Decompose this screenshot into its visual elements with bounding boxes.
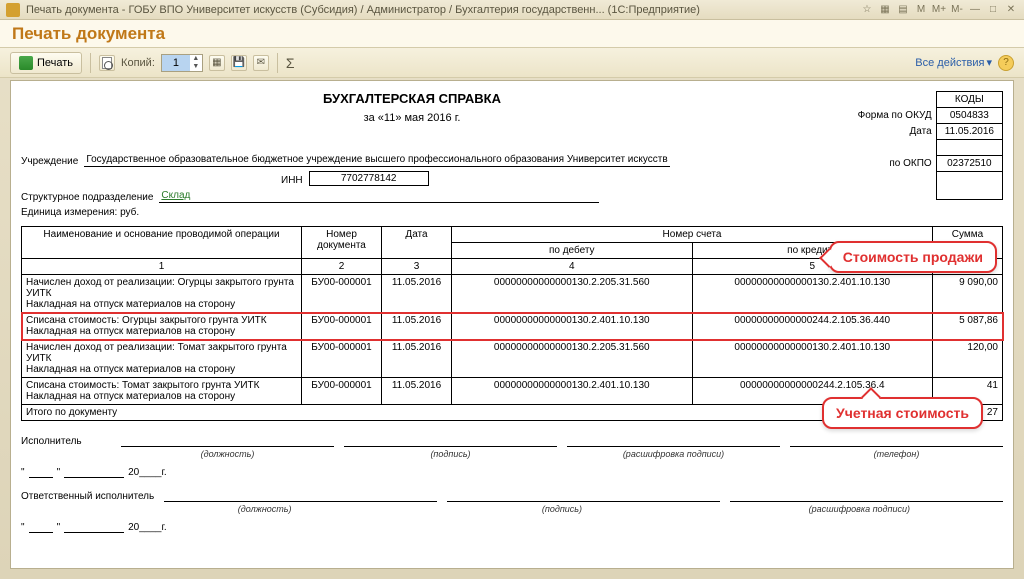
- sign-line: [121, 435, 334, 447]
- cap-position: (должность): [121, 504, 408, 514]
- print-button[interactable]: Печать: [10, 52, 82, 74]
- all-actions-dropdown[interactable]: Все действия ▾: [915, 56, 992, 69]
- total-label: Итого по документу: [22, 405, 933, 421]
- cap-signature: (подпись): [344, 449, 557, 459]
- all-actions-label: Все действия: [915, 57, 984, 69]
- dept-label: Структурное подразделение: [21, 192, 153, 203]
- sign-line: [567, 435, 780, 447]
- spin-up-icon[interactable]: ▲: [190, 55, 202, 63]
- okpo-label: по ОКПО: [850, 156, 937, 172]
- window-title: Печать документа - ГОБУ ВПО Университет …: [26, 4, 860, 16]
- preview-icon: [102, 57, 112, 69]
- callout-book-cost: Учетная стоимость: [822, 397, 983, 429]
- sigma-label: Σ: [286, 55, 295, 71]
- copies-input[interactable]: [162, 55, 190, 71]
- colnum-1: 1: [22, 259, 302, 275]
- calendar-icon[interactable]: ▤: [896, 3, 910, 17]
- sign-line: [164, 490, 437, 502]
- m-icon[interactable]: M: [914, 3, 928, 17]
- toolbar-separator: [90, 53, 91, 73]
- okpo-value: 02372510: [936, 156, 1002, 172]
- col-date: Дата: [382, 227, 452, 259]
- page-title: Печать документа: [12, 24, 165, 47]
- table-row: Начислен доход от реализации: Огурцы зак…: [22, 275, 1003, 313]
- okud-value: 0504833: [936, 108, 1002, 124]
- save-button[interactable]: 💾: [231, 55, 247, 71]
- cap-phone: (телефон): [790, 449, 1003, 459]
- date-fill-1: "" 20____г.: [21, 467, 1003, 478]
- dept-value: Склад: [159, 190, 599, 203]
- col-name: Наименование и основание проводимой опер…: [22, 227, 302, 259]
- date-fill-2: "" 20____г.: [21, 522, 1003, 533]
- date-label: Дата: [850, 124, 937, 140]
- unit-label: Единица измерения: руб.: [21, 207, 139, 218]
- maximize-icon[interactable]: □: [986, 3, 1000, 17]
- toolbar-separator-2: [277, 53, 278, 73]
- minimize-icon[interactable]: —: [968, 3, 982, 17]
- print-icon: [19, 56, 33, 70]
- document-area[interactable]: БУХГАЛТЕРСКАЯ СПРАВКА за «11» мая 2016 г…: [10, 80, 1014, 569]
- date-value: 11.05.2016: [936, 124, 1002, 140]
- copies-label: Копий:: [121, 57, 155, 69]
- sign-line: [790, 435, 1003, 447]
- inn-label: ИНН: [281, 175, 303, 186]
- help-button[interactable]: ?: [998, 55, 1014, 71]
- copies-spinner[interactable]: ▲▼: [161, 54, 203, 72]
- codes-header: КОДЫ: [936, 92, 1002, 108]
- table-row: Списана стоимость: Огурцы закрытого грун…: [22, 313, 1003, 340]
- col-debit: по дебету: [452, 243, 693, 259]
- toolbar: Печать Копий: ▲▼ ▦ 💾 ✉ Σ Все действия ▾ …: [0, 48, 1024, 78]
- callout-sale-cost: Стоимость продажи: [829, 241, 997, 273]
- cap-signature: (подпись): [418, 504, 705, 514]
- colnum-3: 3: [382, 259, 452, 275]
- cap-decipher: (расшифровка подписи): [567, 449, 780, 459]
- col-docnum: Номер документа: [302, 227, 382, 259]
- cap-position: (должность): [121, 449, 334, 459]
- toolbar-btn-1[interactable]: ▦: [209, 55, 225, 71]
- m-minus-icon[interactable]: M-: [950, 3, 964, 17]
- favorite-icon[interactable]: ☆: [860, 3, 874, 17]
- inn-value: 7702778142: [309, 171, 429, 186]
- table-row: Начислен доход от реализации: Томат закр…: [22, 340, 1003, 378]
- sign-line: [344, 435, 557, 447]
- org-label: Учреждение: [21, 156, 78, 167]
- resp-executor-label: Ответственный исполнитель: [21, 491, 154, 502]
- chevron-down-icon: ▾: [986, 56, 992, 69]
- tool-icon[interactable]: ▦: [878, 3, 892, 17]
- spin-down-icon[interactable]: ▼: [190, 63, 202, 71]
- doc-title: БУХГАЛТЕРСКАЯ СПРАВКА: [21, 91, 803, 106]
- callout-book-cost-text: Учетная стоимость: [836, 405, 969, 421]
- m-plus-icon[interactable]: M+: [932, 3, 946, 17]
- print-label: Печать: [37, 57, 73, 69]
- okud-label: Форма по ОКУД: [850, 108, 937, 124]
- executor-label: Исполнитель: [21, 436, 111, 447]
- org-value: Государственное образовательное бюджетно…: [84, 154, 669, 167]
- sign-line: [447, 490, 720, 502]
- close-icon[interactable]: ✕: [1004, 3, 1018, 17]
- app-icon: [6, 3, 20, 17]
- callout-sale-cost-text: Стоимость продажи: [843, 249, 983, 265]
- cap-decipher: (расшифровка подписи): [716, 504, 1003, 514]
- tab-header: Печать документа: [0, 20, 1024, 48]
- preview-button[interactable]: [99, 55, 115, 71]
- colnum-4: 4: [452, 259, 693, 275]
- doc-subtitle: за «11» мая 2016 г.: [21, 112, 803, 124]
- colnum-2: 2: [302, 259, 382, 275]
- sign-line: [730, 490, 1003, 502]
- window-titlebar: Печать документа - ГОБУ ВПО Университет …: [0, 0, 1024, 20]
- mail-button[interactable]: ✉: [253, 55, 269, 71]
- codes-table: КОДЫ Форма по ОКУД0504833 Дата11.05.2016…: [850, 91, 1003, 200]
